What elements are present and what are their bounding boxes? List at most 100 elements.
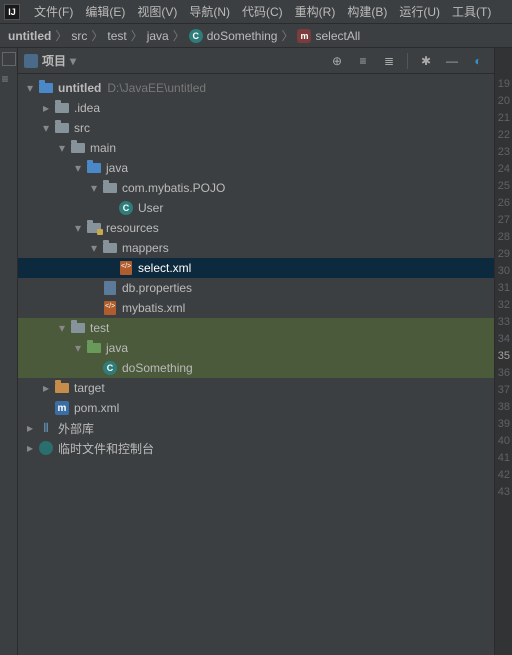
chevron-right-icon[interactable]: ▸ xyxy=(38,381,54,395)
tree-item-main[interactable]: ▾ main xyxy=(18,138,494,158)
chevron-down-icon[interactable]: ▾ xyxy=(86,241,102,255)
line-number: 31 xyxy=(495,282,512,299)
tree-item-test[interactable]: ▾ test xyxy=(18,318,494,338)
crumb-method[interactable]: m selectAll xyxy=(295,29,362,43)
tree-item-dosomething[interactable]: C doSomething xyxy=(18,358,494,378)
line-number-current: 35 xyxy=(495,350,512,367)
line-number: 37 xyxy=(495,384,512,401)
chevron-right-icon[interactable]: ▸ xyxy=(38,101,54,115)
crumb-java[interactable]: java xyxy=(145,29,171,43)
app-icon: IJ xyxy=(4,4,20,20)
menu-edit[interactable]: 编辑(E) xyxy=(79,3,131,20)
tree-item-external-libs[interactable]: ▸ ⫴ 外部库 xyxy=(18,418,494,438)
menu-tools[interactable]: 工具(T) xyxy=(446,3,497,20)
line-number: 19 xyxy=(495,78,512,95)
structure-tool-tab[interactable]: ≡ xyxy=(2,72,16,86)
crumb-class-label: doSomething xyxy=(207,29,278,43)
tree-item-mappers[interactable]: ▾ mappers xyxy=(18,238,494,258)
chevron-down-icon[interactable]: ▾ xyxy=(54,321,70,335)
tree-label: mybatis.xml xyxy=(122,301,185,315)
chevron-down-icon[interactable]: ▾ xyxy=(22,81,38,95)
collapse-all-button[interactable]: ≣ xyxy=(379,51,399,71)
crumb-method-label: selectAll xyxy=(315,29,360,43)
menu-view[interactable]: 视图(V) xyxy=(131,3,183,20)
chevron-down-icon[interactable]: ▾ xyxy=(54,141,70,155)
tree-item-src[interactable]: ▾ src xyxy=(18,118,494,138)
line-number: 32 xyxy=(495,299,512,316)
project-tool-tab[interactable] xyxy=(2,52,16,66)
menu-navigate[interactable]: 导航(N) xyxy=(183,3,236,20)
chevron-icon: 〉 xyxy=(281,27,293,44)
tree-item-java-test[interactable]: ▾ java xyxy=(18,338,494,358)
scratch-icon xyxy=(38,440,54,456)
tree-label: java xyxy=(106,161,128,175)
tree-label: com.mybatis.POJO xyxy=(122,181,225,195)
folder-icon xyxy=(54,100,70,116)
chevron-down-icon[interactable]: ▾ xyxy=(38,121,54,135)
tree-item-select-xml[interactable]: select.xml xyxy=(18,258,494,278)
test-folder-icon xyxy=(86,340,102,356)
chevron-down-icon[interactable]: ▾ xyxy=(70,161,86,175)
tree-label: mappers xyxy=(122,241,169,255)
tree-label: java xyxy=(106,341,128,355)
tree-label: User xyxy=(138,201,163,215)
project-tool-window: 项目 ▾ ⊕ ≡ ≣ ✱ — ◐ ▾ untitled D:\JavaEE\un… xyxy=(18,48,494,655)
crumb-test[interactable]: test xyxy=(105,29,128,43)
more-button[interactable]: ◐ xyxy=(468,51,488,71)
tree-item-package[interactable]: ▾ com.mybatis.POJO xyxy=(18,178,494,198)
folder-icon xyxy=(54,120,70,136)
chevron-icon: 〉 xyxy=(91,27,103,44)
tree-item-db-properties[interactable]: db.properties xyxy=(18,278,494,298)
left-tool-gutter: ≡ xyxy=(0,48,18,655)
chevron-icon: 〉 xyxy=(131,27,143,44)
tree-root[interactable]: ▾ untitled D:\JavaEE\untitled xyxy=(18,78,494,98)
project-panel-header: 项目 ▾ ⊕ ≡ ≣ ✱ — ◐ xyxy=(18,48,494,74)
line-number: 36 xyxy=(495,367,512,384)
tree-item-scratches[interactable]: ▸ 临时文件和控制台 xyxy=(18,438,494,458)
locate-button[interactable]: ⊕ xyxy=(327,51,347,71)
menu-run[interactable]: 运行(U) xyxy=(393,3,446,20)
menu-refactor[interactable]: 重构(R) xyxy=(289,3,342,20)
tree-label: test xyxy=(90,321,109,335)
class-icon: C xyxy=(118,200,134,216)
line-number: 33 xyxy=(495,316,512,333)
dropdown-icon[interactable]: ▾ xyxy=(70,54,76,68)
panel-title[interactable]: 项目 ▾ xyxy=(24,52,76,69)
menu-file[interactable]: 文件(F) xyxy=(28,3,79,20)
expand-all-button[interactable]: ≡ xyxy=(353,51,373,71)
chevron-right-icon[interactable]: ▸ xyxy=(22,441,38,455)
tree-item-idea[interactable]: ▸ .idea xyxy=(18,98,494,118)
xml-file-icon xyxy=(102,300,118,316)
project-tree[interactable]: ▾ untitled D:\JavaEE\untitled ▸ .idea ▾ … xyxy=(18,74,494,655)
chevron-down-icon[interactable]: ▾ xyxy=(86,181,102,195)
menu-code[interactable]: 代码(C) xyxy=(236,3,289,20)
tree-item-mybatis-xml[interactable]: mybatis.xml xyxy=(18,298,494,318)
tree-item-pom[interactable]: m pom.xml xyxy=(18,398,494,418)
line-number: 21 xyxy=(495,112,512,129)
crumb-class[interactable]: C doSomething xyxy=(187,29,280,43)
tree-item-java-main[interactable]: ▾ java xyxy=(18,158,494,178)
main-area: ≡ 项目 ▾ ⊕ ≡ ≣ ✱ — ◐ ▾ untitled D:\JavaEE\… xyxy=(0,48,512,655)
tree-item-user-class[interactable]: C User xyxy=(18,198,494,218)
line-number: 22 xyxy=(495,129,512,146)
crumb-src[interactable]: src xyxy=(69,29,89,43)
hide-button[interactable]: — xyxy=(442,51,462,71)
crumb-root[interactable]: untitled xyxy=(6,29,53,43)
chevron-right-icon[interactable]: ▸ xyxy=(22,421,38,435)
tree-item-resources[interactable]: ▾ resources xyxy=(18,218,494,238)
tree-path: D:\JavaEE\untitled xyxy=(107,81,206,95)
tree-label: 临时文件和控制台 xyxy=(58,440,154,457)
settings-button[interactable]: ✱ xyxy=(416,51,436,71)
method-icon: m xyxy=(297,29,311,43)
line-number: 40 xyxy=(495,435,512,452)
chevron-down-icon[interactable]: ▾ xyxy=(70,341,86,355)
line-number: 23 xyxy=(495,146,512,163)
tree-label: main xyxy=(90,141,116,155)
menu-bar: IJ 文件(F) 编辑(E) 视图(V) 导航(N) 代码(C) 重构(R) 构… xyxy=(0,0,512,24)
line-number: 29 xyxy=(495,248,512,265)
menu-build[interactable]: 构建(B) xyxy=(341,3,393,20)
chevron-down-icon[interactable]: ▾ xyxy=(70,221,86,235)
tree-item-target[interactable]: ▸ target xyxy=(18,378,494,398)
folder-icon xyxy=(102,240,118,256)
line-number: 27 xyxy=(495,214,512,231)
